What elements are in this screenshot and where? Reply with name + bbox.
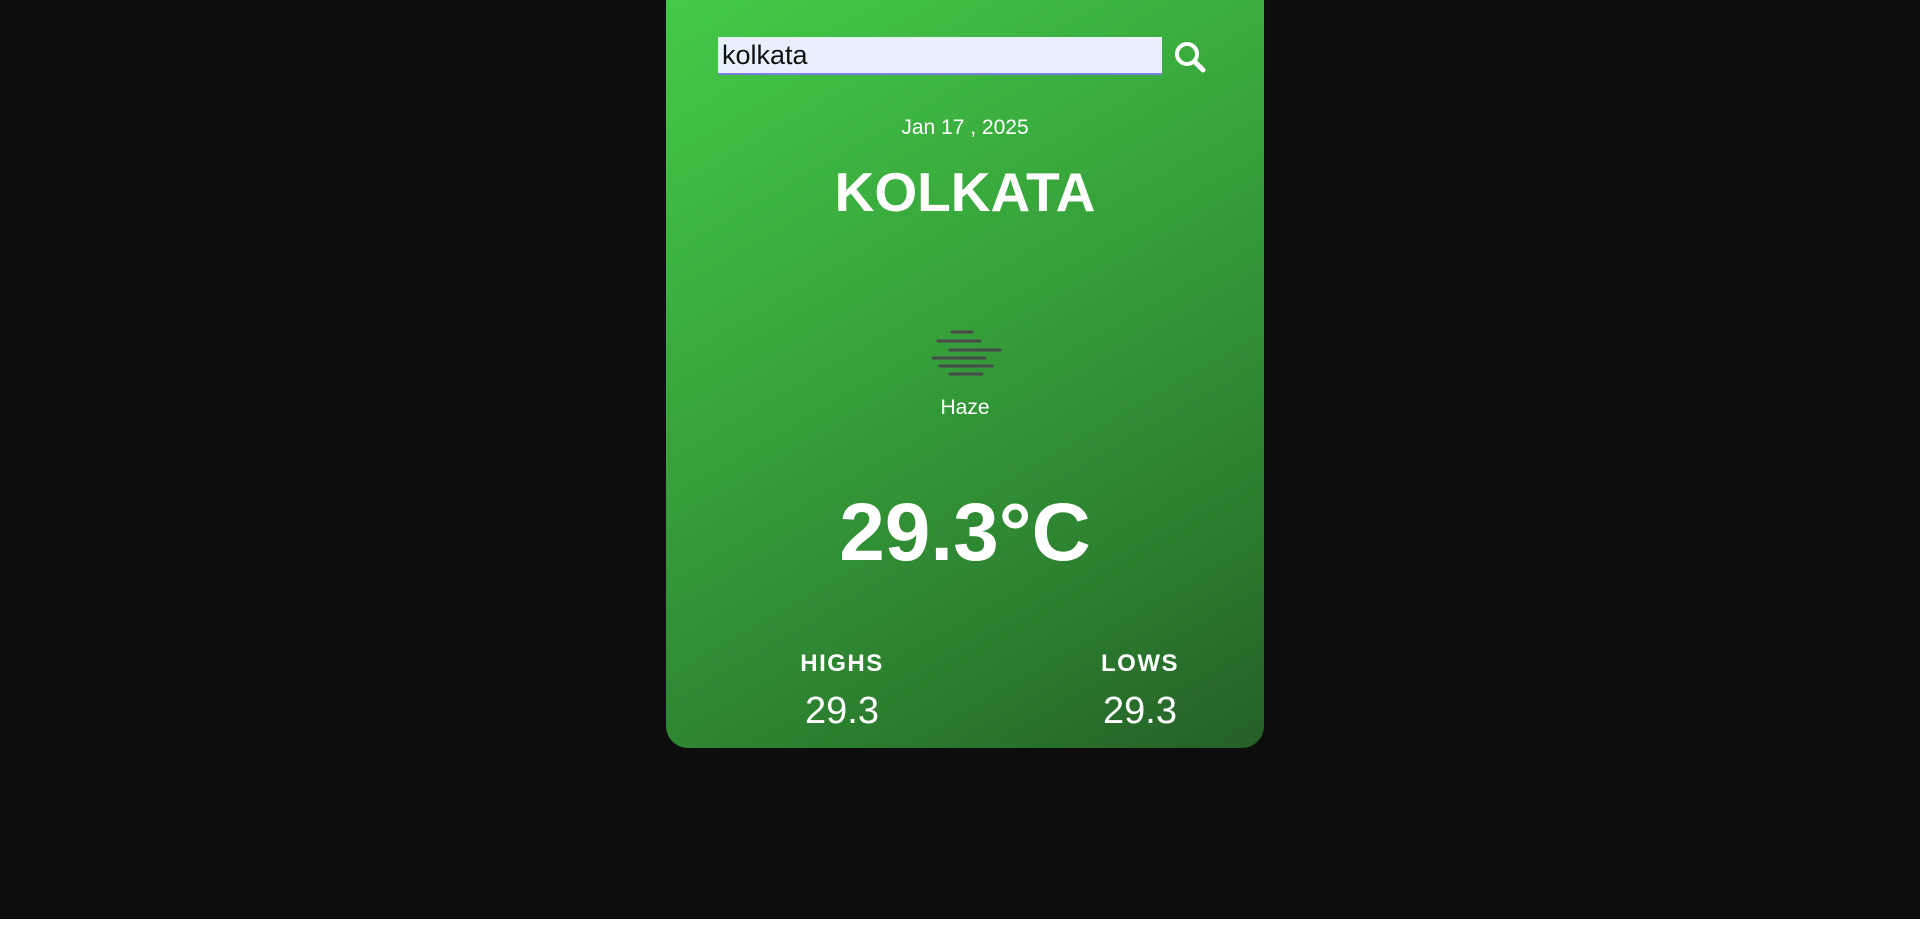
lows-stat: LOWS 29.3 bbox=[1040, 650, 1240, 733]
search-icon bbox=[1175, 42, 1206, 73]
highs-label: HIGHS bbox=[800, 650, 884, 677]
lows-value: 29.3 bbox=[1103, 690, 1177, 732]
lows-label: LOWS bbox=[1101, 650, 1179, 677]
weather-condition: Haze bbox=[940, 396, 990, 419]
search-button[interactable] bbox=[1170, 37, 1210, 77]
haze-icon bbox=[931, 330, 1002, 376]
date-label: Jan 17 , 2025 bbox=[901, 116, 1029, 139]
city-name: KOLKATA bbox=[834, 161, 1096, 223]
highs-value: 29.3 bbox=[805, 690, 879, 732]
weather-card: Jan 17 , 2025 KOLKATA Haze 29.3°C HIGHS … bbox=[666, 0, 1264, 748]
temperature-reading: 29.3°C bbox=[839, 487, 1091, 578]
search-bar bbox=[718, 37, 1218, 77]
search-input[interactable] bbox=[718, 37, 1162, 75]
highs-stat: HIGHS 29.3 bbox=[742, 650, 942, 733]
